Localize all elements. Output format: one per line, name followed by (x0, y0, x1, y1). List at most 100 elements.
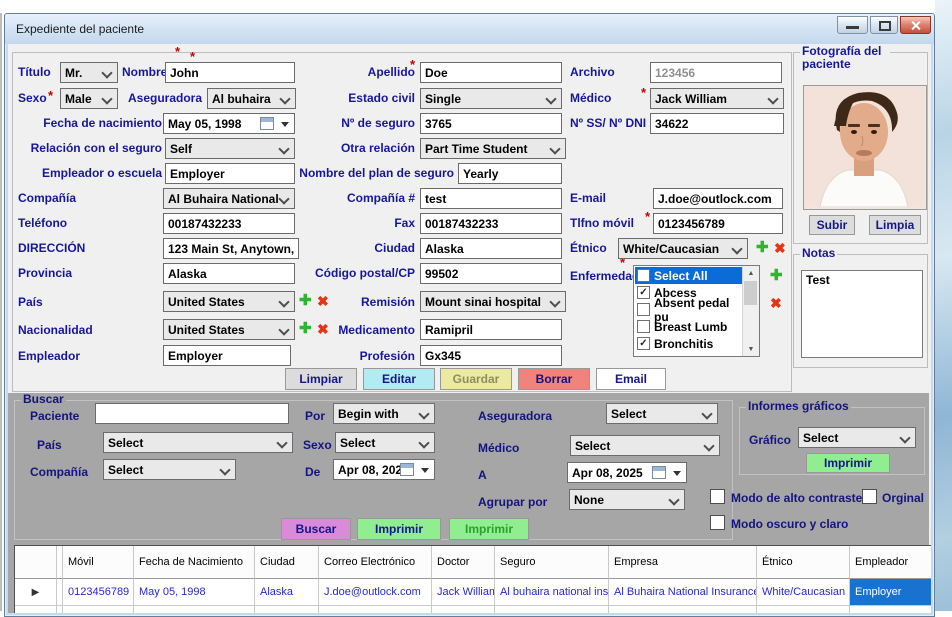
minimize-button[interactable] (837, 16, 868, 34)
compania-num-input[interactable]: test (420, 188, 562, 209)
grid-cell[interactable]: Al buhaira national ins. (495, 579, 609, 606)
empleador-input[interactable]: Employer (163, 345, 291, 366)
search-medico-select[interactable]: Select (570, 435, 720, 456)
nacionalidad-select[interactable]: United States (163, 319, 295, 340)
delete-nationality-icon[interactable]: ✖ (317, 322, 329, 336)
codigo-postal-input[interactable]: 99502 (420, 263, 562, 284)
grid-header-cell[interactable]: Móvil (63, 546, 134, 579)
medico-select[interactable]: Jack William (650, 88, 784, 109)
grid-cell-selected[interactable]: Employer (850, 579, 931, 606)
grid-header-cell[interactable]: Fecha de Nacimiento (134, 546, 255, 579)
otra-relacion-select[interactable]: Part Time Student (420, 138, 566, 159)
buscar-button[interactable]: Buscar (281, 518, 351, 540)
delete-country-icon[interactable]: ✖ (317, 294, 329, 308)
compania-select[interactable]: Al Buhaira National (163, 188, 295, 209)
orginal-checkbox[interactable] (862, 489, 877, 504)
grid-cell[interactable]: Jack William (432, 579, 495, 606)
grid-header-cell[interactable]: Empleador (850, 546, 931, 579)
ciudad-input[interactable]: Alaska (420, 238, 562, 259)
grid-header-cell[interactable]: Empresa (609, 546, 757, 579)
add-disease-icon[interactable]: ✚ (770, 268, 783, 283)
add-nationality-icon[interactable]: ✚ (299, 321, 312, 336)
limpiar-button[interactable]: Limpiar (285, 368, 357, 390)
enfermedad-checked-list[interactable]: Select All ✓Abcess Absent pedal pu Breas… (633, 265, 760, 357)
grid-cell[interactable]: White/Caucasian (757, 579, 850, 606)
checkbox-icon[interactable] (637, 303, 650, 316)
title-bar[interactable]: Expediente del paciente (5, 14, 934, 44)
aseguradora-select[interactable]: Al buhaira (207, 88, 296, 109)
grid-header-cell[interactable]: Ciudad (255, 546, 319, 579)
notes-textarea[interactable]: Test (801, 270, 923, 358)
grid-cell[interactable]: J.doe@outlock.com (319, 579, 432, 606)
grid-cell[interactable]: Al Buhaira National Insurance (609, 579, 757, 606)
telefono-input[interactable]: 00187432233 (163, 213, 295, 234)
search-sexo-select[interactable]: Select (335, 432, 435, 453)
search-compania-select[interactable]: Select (103, 459, 236, 480)
num-seguro-input[interactable]: 3765 (420, 113, 562, 134)
estado-civil-select[interactable]: Single (420, 88, 562, 109)
grid-corner-cell[interactable] (15, 546, 57, 579)
apellido-input[interactable]: Doe (420, 62, 562, 83)
relacion-seguro-select[interactable]: Self (165, 138, 295, 159)
remision-select[interactable]: Mount sinai hospital (420, 291, 566, 312)
checkbox-checked-icon[interactable]: ✓ (637, 337, 650, 350)
movil-input[interactable]: 0123456789 (653, 213, 783, 234)
list-item[interactable]: Select All (635, 267, 742, 284)
pais-select[interactable]: United States (163, 291, 295, 312)
add-ethnicity-icon[interactable]: ✚ (756, 240, 769, 255)
editar-button[interactable]: Editar (363, 368, 435, 390)
email-input[interactable]: J.doe@outlock.com (653, 188, 783, 209)
search-a-datepicker[interactable]: Apr 08, 2025 (567, 462, 687, 483)
search-pais-select[interactable]: Select (103, 432, 293, 453)
subir-button[interactable]: Subir (809, 215, 855, 235)
scroll-down-icon[interactable]: ▼ (743, 342, 759, 356)
checkbox-checked-icon[interactable]: ✓ (637, 286, 650, 299)
guardar-button[interactable]: Guardar (440, 368, 512, 390)
search-aseguradora-select[interactable]: Select (606, 403, 718, 424)
profesion-input[interactable]: Gx345 (420, 345, 562, 366)
list-item[interactable]: Breast Lumb (635, 318, 742, 335)
medicamento-input[interactable]: Ramipril (420, 319, 562, 340)
delete-ethnicity-icon[interactable]: ✖ (774, 241, 786, 255)
direccion-input[interactable]: 123 Main St, Anytown, (163, 238, 299, 259)
modo-oscuro-checkbox[interactable] (710, 515, 725, 530)
scrollbar-thumb[interactable] (744, 281, 757, 305)
grid-data-row[interactable]: ▶ 0123456789 May 05, 1998 Alaska J.doe@o… (15, 579, 931, 606)
sexo-select[interactable]: Male (60, 88, 118, 109)
etnico-select[interactable]: White/Caucasian (618, 238, 748, 259)
imprimir-button-2[interactable]: Imprimir (449, 518, 529, 540)
alto-contraste-checkbox[interactable] (710, 489, 725, 504)
borrar-button[interactable]: Borrar (518, 368, 590, 390)
fax-input[interactable]: 00187432233 (420, 213, 562, 234)
grid-header-cell[interactable]: Seguro (495, 546, 609, 579)
empleador-escuela-input[interactable]: Employer (165, 163, 295, 184)
limpia-button[interactable]: Limpia (869, 215, 921, 235)
titulo-select[interactable]: Mr. (60, 62, 118, 83)
row-selector-icon[interactable]: ▶ (15, 579, 57, 606)
grid-header-cell[interactable]: Doctor (432, 546, 495, 579)
maximize-button[interactable] (870, 16, 898, 34)
list-item[interactable]: ✓Bronchitis (635, 335, 742, 352)
list-scrollbar[interactable]: ▲ ▼ (742, 266, 759, 356)
list-item[interactable]: Absent pedal pu (635, 301, 742, 318)
plan-seguro-input[interactable]: Yearly (458, 163, 562, 184)
grid-cell[interactable]: 0123456789 (63, 579, 134, 606)
search-de-datepicker[interactable]: Apr 08, 2025 (333, 459, 435, 480)
grid-cell[interactable]: May 05, 1998 (134, 579, 255, 606)
fecha-nacimiento-datepicker[interactable]: May 05, 1998 (163, 113, 295, 134)
grid-header-cell[interactable]: Correo Electrónico (319, 546, 432, 579)
nombre-input[interactable]: John (165, 62, 295, 83)
delete-disease-icon[interactable]: ✖ (770, 296, 782, 310)
informes-imprimir-button[interactable]: Imprimir (806, 453, 890, 473)
grid-cell[interactable]: Alaska (255, 579, 319, 606)
add-country-icon[interactable]: ✚ (299, 293, 312, 308)
grafico-select[interactable]: Select (798, 427, 916, 448)
ss-dni-input[interactable]: 34622 (650, 113, 784, 134)
provincia-input[interactable]: Alaska (163, 263, 295, 284)
checkbox-icon[interactable] (637, 320, 650, 333)
search-por-select[interactable]: Begin with (333, 403, 435, 424)
imprimir-button-1[interactable]: Imprimir (357, 518, 441, 540)
search-paciente-input[interactable] (95, 403, 289, 424)
close-button[interactable] (900, 16, 931, 34)
grid-header-cell[interactable]: Étnico (757, 546, 850, 579)
